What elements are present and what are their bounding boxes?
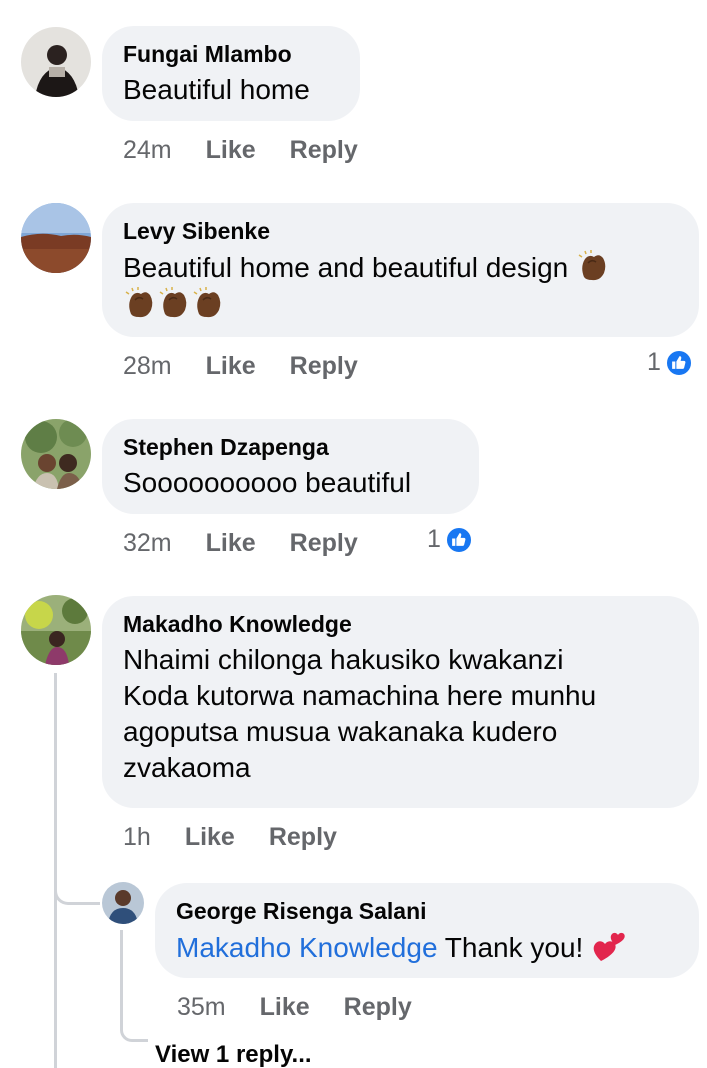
comment-timestamp[interactable]: 24m: [123, 136, 172, 165]
like-button[interactable]: Like: [206, 529, 256, 558]
reaction-count: 1: [647, 348, 661, 376]
avatar-image: [21, 595, 91, 665]
reply-thread-line: [120, 930, 123, 1020]
thumbs-up-icon: [444, 525, 473, 554]
reply-button[interactable]: Reply: [290, 352, 358, 381]
avatar-levy-sibenke[interactable]: [21, 203, 91, 273]
comment-text-line: Nhaimi chilonga hakusiko kwakanzi: [123, 644, 564, 675]
reply-button[interactable]: Reply: [290, 529, 358, 558]
comment-text: Nhaimi chilonga hakusiko kwakanzi Koda k…: [123, 642, 679, 786]
comment-author[interactable]: Levy Sibenke: [123, 217, 679, 245]
reply-button[interactable]: Reply: [290, 136, 358, 165]
clapping-hands-icon: [125, 287, 153, 318]
reaction-count: 1: [427, 525, 441, 553]
comment-actions: 1h Like Reply: [123, 823, 371, 852]
reply-timestamp[interactable]: 35m: [177, 993, 226, 1022]
comment-text-line: Koda kutorwa namachina here munhu: [123, 680, 597, 711]
comment-timestamp[interactable]: 1h: [123, 823, 151, 852]
avatar-image: [21, 27, 91, 97]
reply-bubble: George Risenga Salani Makadho Knowledge …: [155, 883, 699, 978]
view-replies-connector: [120, 1020, 148, 1042]
comment-bubble: Makadho Knowledge Nhaimi chilonga hakusi…: [102, 596, 699, 808]
clapping-hands-icon: [193, 287, 221, 318]
like-button[interactable]: Like: [206, 352, 256, 381]
view-replies-link[interactable]: View 1 reply...: [155, 1041, 312, 1068]
clapping-hands-icon: [159, 287, 187, 318]
like-button[interactable]: Like: [260, 993, 310, 1022]
avatar-fungai-mlambo[interactable]: [21, 27, 91, 97]
clapping-hands-icon: [578, 250, 606, 281]
mention-link[interactable]: Makadho Knowledge: [176, 932, 438, 963]
comment-bubble: Levy Sibenke Beautiful home and beautifu…: [102, 203, 699, 337]
emoji-row: [123, 286, 679, 323]
comment-actions: 24m Like Reply: [123, 136, 392, 165]
avatar-makadho-knowledge[interactable]: [21, 595, 91, 665]
reply-button[interactable]: Reply: [269, 823, 337, 852]
comment-author[interactable]: Fungai Mlambo: [123, 40, 340, 68]
comment-bubble: Stephen Dzapenga Soooooooooo beautiful: [102, 419, 479, 514]
comment-text: Beautiful home: [123, 74, 310, 105]
two-hearts-icon: [593, 932, 625, 961]
comment-text-line: agoputsa musua wakanaka kudero: [123, 716, 558, 747]
reaction-summary[interactable]: 1: [647, 348, 693, 377]
avatar-image: [102, 882, 144, 924]
thumbs-up-icon: [664, 348, 693, 377]
comment-timestamp[interactable]: 32m: [123, 529, 172, 558]
comment-bubble: Fungai Mlambo Beautiful home: [102, 26, 360, 121]
comment-author[interactable]: Makadho Knowledge: [123, 610, 679, 638]
comment-actions: 32m Like Reply: [123, 529, 392, 558]
comment-timestamp[interactable]: 28m: [123, 352, 172, 381]
avatar-stephen-dzapenga[interactable]: [21, 419, 91, 489]
comment-text: Soooooooooo beautiful: [123, 467, 412, 498]
avatar-image: [21, 203, 91, 273]
like-button[interactable]: Like: [206, 136, 256, 165]
reaction-summary[interactable]: 1: [427, 525, 473, 554]
reply-author[interactable]: George Risenga Salani: [176, 897, 679, 925]
thread-line: [54, 673, 57, 1068]
reply-button[interactable]: Reply: [344, 993, 412, 1022]
reply-text: Thank you!: [444, 932, 584, 963]
reply-connector: [54, 880, 100, 905]
comment-text: Beautiful home and beautiful design: [123, 252, 569, 283]
reply-text-line: Makadho Knowledge Thank you!: [176, 929, 679, 966]
reply-actions: 35m Like Reply: [177, 993, 446, 1022]
comment-text-line: zvakaoma: [123, 752, 251, 783]
comment-actions: 28m Like Reply: [123, 352, 392, 381]
comment-text-line: Beautiful home and beautiful design: [123, 249, 679, 286]
avatar-george-risenga-salani[interactable]: [102, 882, 144, 924]
like-button[interactable]: Like: [185, 823, 235, 852]
avatar-image: [21, 419, 91, 489]
comment-author[interactable]: Stephen Dzapenga: [123, 433, 459, 461]
